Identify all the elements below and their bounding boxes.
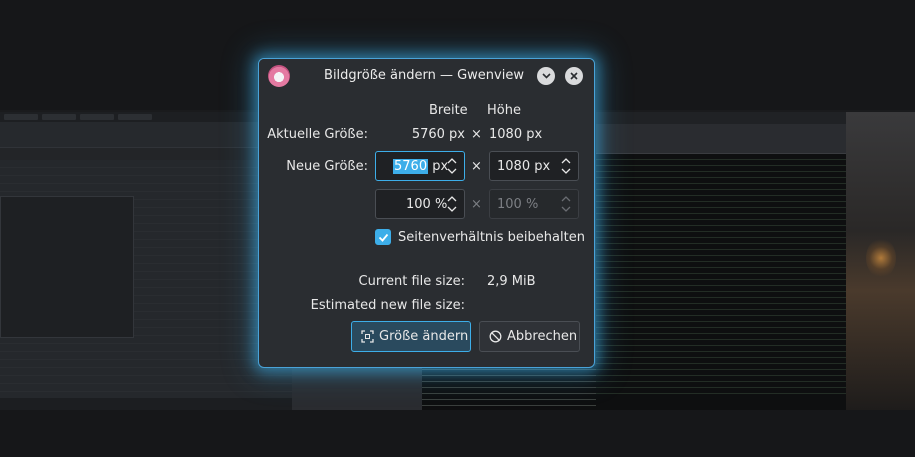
new-height-spinbox[interactable]: 1080 px bbox=[489, 151, 579, 181]
width-percent-spinbox[interactable]: 100 % bbox=[375, 189, 465, 219]
background-tab-strip bbox=[0, 112, 292, 122]
times-sign: × bbox=[471, 159, 482, 174]
spin-arrows-icon[interactable] bbox=[446, 155, 458, 177]
background-terminal-window bbox=[596, 112, 846, 410]
spin-arrows-icon[interactable] bbox=[560, 155, 572, 177]
times-sign: × bbox=[471, 127, 482, 142]
height-column-header: Höhe bbox=[487, 103, 521, 118]
background-tab bbox=[4, 114, 38, 120]
resize-button[interactable]: Größe ändern bbox=[351, 321, 471, 352]
keep-ratio-checkbox[interactable] bbox=[375, 229, 391, 245]
background-address-bar bbox=[596, 124, 846, 154]
spin-arrows-icon[interactable] bbox=[446, 193, 458, 215]
resize-button-label: Größe ändern bbox=[379, 329, 469, 344]
cancel-icon bbox=[489, 330, 502, 343]
times-sign-disabled: × bbox=[471, 197, 482, 212]
background-file-manager-window bbox=[0, 112, 292, 410]
background-terminal-output bbox=[596, 156, 846, 396]
width-percent-value[interactable]: 100 % bbox=[406, 197, 447, 212]
dialog-title: Bildgröße ändern — Gwenview bbox=[324, 68, 524, 83]
dialog-titlebar[interactable]: Bildgröße ändern — Gwenview bbox=[259, 59, 594, 93]
height-percent-spinbox: 100 % bbox=[489, 189, 579, 219]
checkmark-icon bbox=[378, 233, 389, 242]
desktop-bottom-area bbox=[0, 410, 915, 457]
background-terminal-output-lower bbox=[422, 366, 596, 410]
background-browser-tabs bbox=[596, 112, 846, 124]
current-file-size-value: 2,9 MiB bbox=[487, 274, 536, 289]
cancel-button[interactable]: Abbrechen bbox=[479, 321, 580, 352]
current-size-label: Aktuelle Größe: bbox=[267, 127, 368, 142]
close-button[interactable] bbox=[565, 67, 583, 85]
background-tab bbox=[80, 114, 114, 120]
background-tab bbox=[42, 114, 76, 120]
current-height-value: 1080 px bbox=[489, 127, 543, 142]
gwenview-icon bbox=[268, 65, 290, 87]
new-width-field[interactable]: 5760 px bbox=[393, 159, 448, 174]
width-column-header: Breite bbox=[429, 103, 468, 118]
background-tab bbox=[118, 114, 152, 120]
current-file-size-label: Current file size: bbox=[358, 274, 465, 289]
background-info-panel bbox=[0, 196, 134, 338]
background-toolbar bbox=[0, 122, 292, 148]
height-percent-value: 100 % bbox=[497, 197, 539, 212]
background-wallpaper-glow bbox=[866, 238, 896, 278]
close-icon bbox=[570, 72, 578, 80]
resize-icon bbox=[361, 330, 374, 343]
keep-ratio-label[interactable]: Seitenverhältnis beibehalten bbox=[398, 230, 585, 245]
spin-arrows-icon bbox=[561, 196, 571, 212]
chevron-down-icon bbox=[541, 73, 551, 79]
new-height-value[interactable]: 1080 px bbox=[497, 159, 550, 174]
new-width-spinbox[interactable]: 5760 px bbox=[375, 151, 465, 181]
current-width-value: 5760 px bbox=[411, 127, 465, 142]
resize-dialog: Bildgröße ändern — Gwenview Breite Höhe … bbox=[258, 58, 595, 368]
minimize-button[interactable] bbox=[537, 67, 555, 85]
new-size-label: Neue Größe: bbox=[286, 159, 368, 174]
new-width-value: 5760 bbox=[393, 159, 429, 174]
estimated-file-size-label: Estimated new file size: bbox=[310, 298, 465, 313]
cancel-button-label: Abbrechen bbox=[507, 329, 578, 344]
